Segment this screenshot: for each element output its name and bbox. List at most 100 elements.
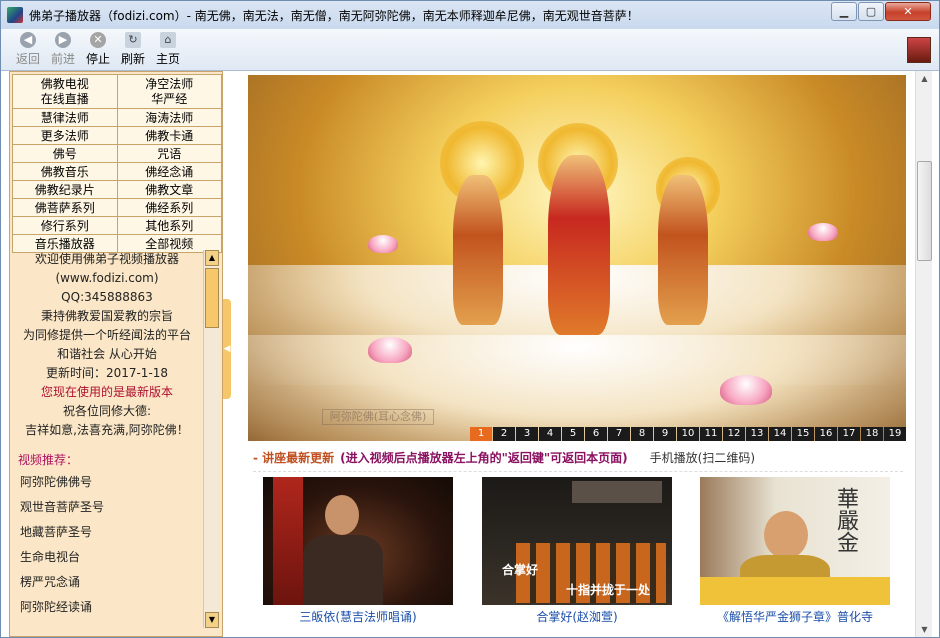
page-button[interactable]: 10 xyxy=(677,427,699,441)
home-label: 主页 xyxy=(155,52,180,66)
recommend-link[interactable]: 阿弥陀佛佛号 xyxy=(12,470,202,495)
version-text: 您现在使用的是最新版本 xyxy=(40,385,173,399)
collapse-arrow-icon[interactable]: ◀ xyxy=(223,299,231,399)
video-overlay-text: 華嚴金 xyxy=(833,487,858,553)
video-card[interactable]: 合掌好 十指并拢于一处 合掌好(赵洳萱) xyxy=(482,477,672,625)
bodhisattva-figure xyxy=(658,175,708,325)
menu-item[interactable]: 咒语 xyxy=(116,144,222,163)
recommend-link[interactable]: 楞严咒念诵 xyxy=(12,570,202,595)
refresh-button[interactable]: ↻ 刷新 xyxy=(116,32,150,67)
blessing-text: 吉祥如意,法喜充满,阿弥陀佛！ xyxy=(25,423,189,437)
menu-item[interactable]: 佛教音乐 xyxy=(12,162,118,181)
page-button[interactable]: 4 xyxy=(539,427,561,441)
page-button[interactable]: 13 xyxy=(746,427,768,441)
lotus-decor xyxy=(808,223,838,241)
menu-item[interactable]: 修行系列 xyxy=(12,216,118,235)
menu-item[interactable]: 其他系列 xyxy=(116,216,222,235)
page-button[interactable]: 9 xyxy=(654,427,676,441)
scroll-thumb[interactable] xyxy=(205,268,219,328)
menu-item[interactable]: 净空法师 华严经 xyxy=(116,74,222,109)
qq-text: QQ:345888863 xyxy=(61,290,153,304)
news-label: - 讲座最新更新 xyxy=(253,451,335,465)
left-panel: 佛教电视 在线直播 净空法师 华严经 慧律法师 海涛法师 更多法师 佛教卡通 佛号 咒语 佛教音… xyxy=(9,71,223,637)
video-caption[interactable]: 《解悟华严金狮子章》普化寺 xyxy=(700,609,890,625)
arrow-right-icon: ▶ xyxy=(55,32,71,48)
home-button[interactable]: ⌂ 主页 xyxy=(151,32,185,67)
page-button[interactable]: 14 xyxy=(769,427,791,441)
scroll-up-icon[interactable]: ▲ xyxy=(205,250,219,266)
buddha-avatar-icon[interactable] xyxy=(907,37,931,63)
stop-button[interactable]: ✕ 停止 xyxy=(81,32,115,67)
video-caption[interactable]: 合掌好(赵洳萱) xyxy=(482,609,672,625)
scroll-down-icon[interactable]: ▼ xyxy=(917,622,932,637)
maximize-button[interactable]: ▢ xyxy=(858,2,884,21)
stop-label: 停止 xyxy=(85,52,110,66)
recommend-link[interactable]: 观世音菩萨圣号 xyxy=(12,495,202,520)
greeting-text: 祝各位同修大德: xyxy=(62,404,152,418)
recommend-link[interactable]: 地藏菩萨圣号 xyxy=(12,520,202,545)
mission-text: 秉持佛教爱国爱教的宗旨 xyxy=(40,309,173,323)
menu-item[interactable]: 佛教卡通 xyxy=(116,126,222,145)
update-time: 更新时间：2017-1-18 xyxy=(45,366,169,380)
forward-label: 前进 xyxy=(50,52,75,66)
scroll-thumb[interactable] xyxy=(917,161,932,261)
left-scrollbar[interactable]: ▲ ▼ xyxy=(203,250,219,628)
video-thumbnail[interactable]: 華嚴金 xyxy=(700,477,890,605)
welcome-panel: 欢迎使用佛弟子视频播放器 (www.fodizi.com) QQ:3458888… xyxy=(12,250,202,635)
window-title: 佛弟子播放器（fodizi.com）- 南无佛，南无法，南无僧，南无阿弥陀佛，南… xyxy=(29,9,639,23)
menu-item[interactable]: 佛经系列 xyxy=(116,198,222,217)
recommend-link[interactable]: 阿弥陀经读诵 xyxy=(12,595,202,620)
banner-slideshow[interactable]: 阿弥陀佛(耳心念佛) 1 2 3 4 5 6 7 8 9 10 11 12 13 14 15 16 17 18 19 xyxy=(248,75,906,441)
video-thumbnail[interactable] xyxy=(263,477,453,605)
recommend-link[interactable]: 生命电视台 xyxy=(12,545,202,570)
video-card[interactable]: 華嚴金 《解悟华严金狮子章》普化寺 xyxy=(700,477,890,625)
lotus-decor xyxy=(720,375,772,405)
slide-pager: 1 2 3 4 5 6 7 8 9 10 11 12 13 14 15 16 17 18 19 xyxy=(469,427,906,441)
minimize-button[interactable]: ▁ xyxy=(831,2,857,21)
scroll-down-icon[interactable]: ▼ xyxy=(205,612,219,628)
menu-item[interactable]: 佛教文章 xyxy=(116,180,222,199)
page-button[interactable]: 16 xyxy=(815,427,837,441)
mobile-play-link[interactable]: 手机播放(扫二维码) xyxy=(650,451,755,465)
panel-splitter[interactable]: ◀ xyxy=(223,71,231,637)
page-button[interactable]: 2 xyxy=(493,427,515,441)
page-button[interactable]: 15 xyxy=(792,427,814,441)
forward-button[interactable]: ▶ 前进 xyxy=(46,32,80,67)
menu-item[interactable]: 更多法师 xyxy=(12,126,118,145)
toolbar: ◀ 返回 ▶ 前进 ✕ 停止 ↻ 刷新 ⌂ 主页 xyxy=(1,29,939,71)
menu-item[interactable]: 佛菩萨系列 xyxy=(12,198,118,217)
recommend-title: 视频推荐： xyxy=(18,453,79,467)
website-text: (www.fodizi.com) xyxy=(55,271,159,285)
video-card[interactable]: 三皈依(慧吉法师唱诵) xyxy=(263,477,453,625)
menu-item[interactable]: 海涛法师 xyxy=(116,108,222,127)
app-window: 佛弟子播放器（fodizi.com）- 南无佛，南无法，南无僧，南无阿弥陀佛，南… xyxy=(0,0,940,638)
refresh-label: 刷新 xyxy=(120,52,145,66)
page-button[interactable]: 5 xyxy=(562,427,584,441)
stop-icon: ✕ xyxy=(90,32,106,48)
back-button[interactable]: ◀ 返回 xyxy=(11,32,45,67)
watermark-text: 阿弥陀佛(耳心念佛) xyxy=(322,409,434,425)
recommend-list: 阿弥陀佛佛号 观世音菩萨圣号 地藏菩萨圣号 生命电视台 楞严咒念诵 阿弥陀经读诵 xyxy=(12,470,202,620)
page-button[interactable]: 7 xyxy=(608,427,630,441)
page-button[interactable]: 8 xyxy=(631,427,653,441)
video-caption[interactable]: 三皈依(慧吉法师唱诵) xyxy=(263,609,453,625)
menu-item[interactable]: 佛号 xyxy=(12,144,118,163)
menu-item[interactable]: 慧律法师 xyxy=(12,108,118,127)
page-button[interactable]: 6 xyxy=(585,427,607,441)
page-button[interactable]: 18 xyxy=(861,427,883,441)
menu-item[interactable]: 佛教纪录片 xyxy=(12,180,118,199)
menu-item[interactable]: 佛经念诵 xyxy=(116,162,222,181)
news-bar: - 讲座最新更新 (进入视频后点播放器左上角的"返回键"可返回本页面) 手机播放(扫… xyxy=(253,449,903,471)
video-thumbnail[interactable]: 合掌好 十指并拢于一处 xyxy=(482,477,672,605)
page-button[interactable]: 12 xyxy=(723,427,745,441)
page-button[interactable]: 1 xyxy=(470,427,492,441)
page-button[interactable]: 19 xyxy=(884,427,906,441)
menu-item[interactable]: 佛教电视 在线直播 xyxy=(12,74,118,109)
page-button[interactable]: 11 xyxy=(700,427,722,441)
app-icon xyxy=(7,7,23,23)
scroll-up-icon[interactable]: ▲ xyxy=(917,71,932,86)
page-button[interactable]: 3 xyxy=(516,427,538,441)
page-button[interactable]: 17 xyxy=(838,427,860,441)
close-button[interactable]: ✕ xyxy=(885,2,931,21)
right-scrollbar[interactable]: ▲ ▼ xyxy=(915,71,932,637)
